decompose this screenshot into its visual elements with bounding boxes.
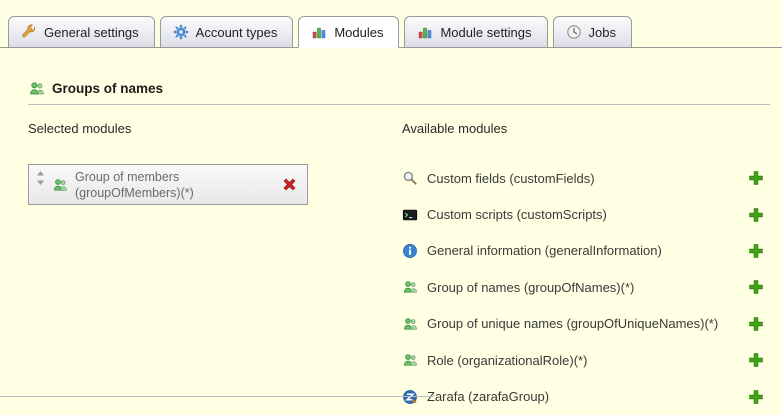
module-label: Custom scripts (customScripts) [427, 207, 607, 222]
list-item: General information (generalInformation) [402, 233, 764, 269]
modules-icon [311, 24, 327, 40]
group-icon [402, 352, 418, 368]
available-modules-title: Available modules [402, 121, 507, 136]
remove-module-button[interactable] [281, 176, 298, 193]
tab-general-settings[interactable]: General settings [8, 16, 155, 48]
modules-settings-page: General settings Account types Modules M… [0, 0, 782, 403]
selected-module-name: Group of members [75, 169, 194, 185]
section-divider [0, 396, 434, 397]
module-label: Group of names (groupOfNames)(*) [427, 280, 634, 295]
add-module-button[interactable] [748, 279, 764, 295]
tab-modules[interactable]: Modules [298, 16, 399, 48]
group-icon [28, 80, 45, 97]
selected-modules-title: Selected modules [28, 121, 131, 136]
tab-account-types[interactable]: Account types [160, 16, 294, 48]
clock-icon [566, 24, 582, 40]
section-heading: Groups of names [28, 80, 163, 97]
add-module-button[interactable] [748, 316, 764, 332]
add-module-button[interactable] [748, 170, 764, 186]
tab-module-settings[interactable]: Module settings [404, 16, 547, 48]
page-title: Groups of names [52, 81, 163, 96]
tab-label: General settings [44, 25, 139, 40]
drag-handle-icon[interactable] [36, 171, 45, 185]
modules-icon [417, 24, 433, 40]
wrench-icon [21, 24, 37, 40]
module-label: Role (organizationalRole)(*) [427, 353, 587, 368]
add-module-button[interactable] [748, 352, 764, 368]
add-module-button[interactable] [748, 207, 764, 223]
group-icon [402, 279, 418, 295]
list-item: Group of unique names (groupOfUniqueName… [402, 306, 764, 342]
module-label: Group of unique names (groupOfUniqueName… [427, 316, 718, 331]
tab-strip: General settings Account types Modules M… [8, 16, 632, 48]
module-label: General information (generalInformation) [427, 243, 662, 258]
info-icon [402, 243, 418, 259]
list-item: Group of names (groupOfNames)(*) [402, 269, 764, 305]
module-label: Zarafa (zarafaGroup) [427, 389, 549, 404]
selected-module-id: (groupOfMembers)(*) [75, 185, 194, 201]
available-modules-list: Custom fields (customFields) Custom scri… [402, 160, 764, 415]
add-module-button[interactable] [748, 389, 764, 405]
script-icon [402, 207, 418, 223]
list-item: Zarafa (zarafaGroup) [402, 378, 764, 414]
group-icon [52, 177, 68, 193]
gear-icon [173, 24, 189, 40]
selected-module-label: Group of members (groupOfMembers)(*) [75, 169, 194, 201]
group-icon [402, 316, 418, 332]
tab-bar: General settings Account types Modules M… [0, 0, 782, 48]
magnifier-icon [402, 170, 418, 186]
tab-label: Modules [334, 25, 383, 40]
heading-divider [28, 104, 770, 105]
tab-jobs[interactable]: Jobs [553, 16, 632, 48]
module-label: Custom fields (customFields) [427, 171, 595, 186]
list-item: Custom scripts (customScripts) [402, 196, 764, 232]
list-item: Custom fields (customFields) [402, 160, 764, 196]
add-module-button[interactable] [748, 243, 764, 259]
tab-label: Jobs [589, 25, 616, 40]
selected-module-item[interactable]: Group of members (groupOfMembers)(*) [28, 164, 308, 205]
tab-label: Module settings [440, 25, 531, 40]
tab-label: Account types [196, 25, 278, 40]
list-item: Role (organizationalRole)(*) [402, 342, 764, 378]
